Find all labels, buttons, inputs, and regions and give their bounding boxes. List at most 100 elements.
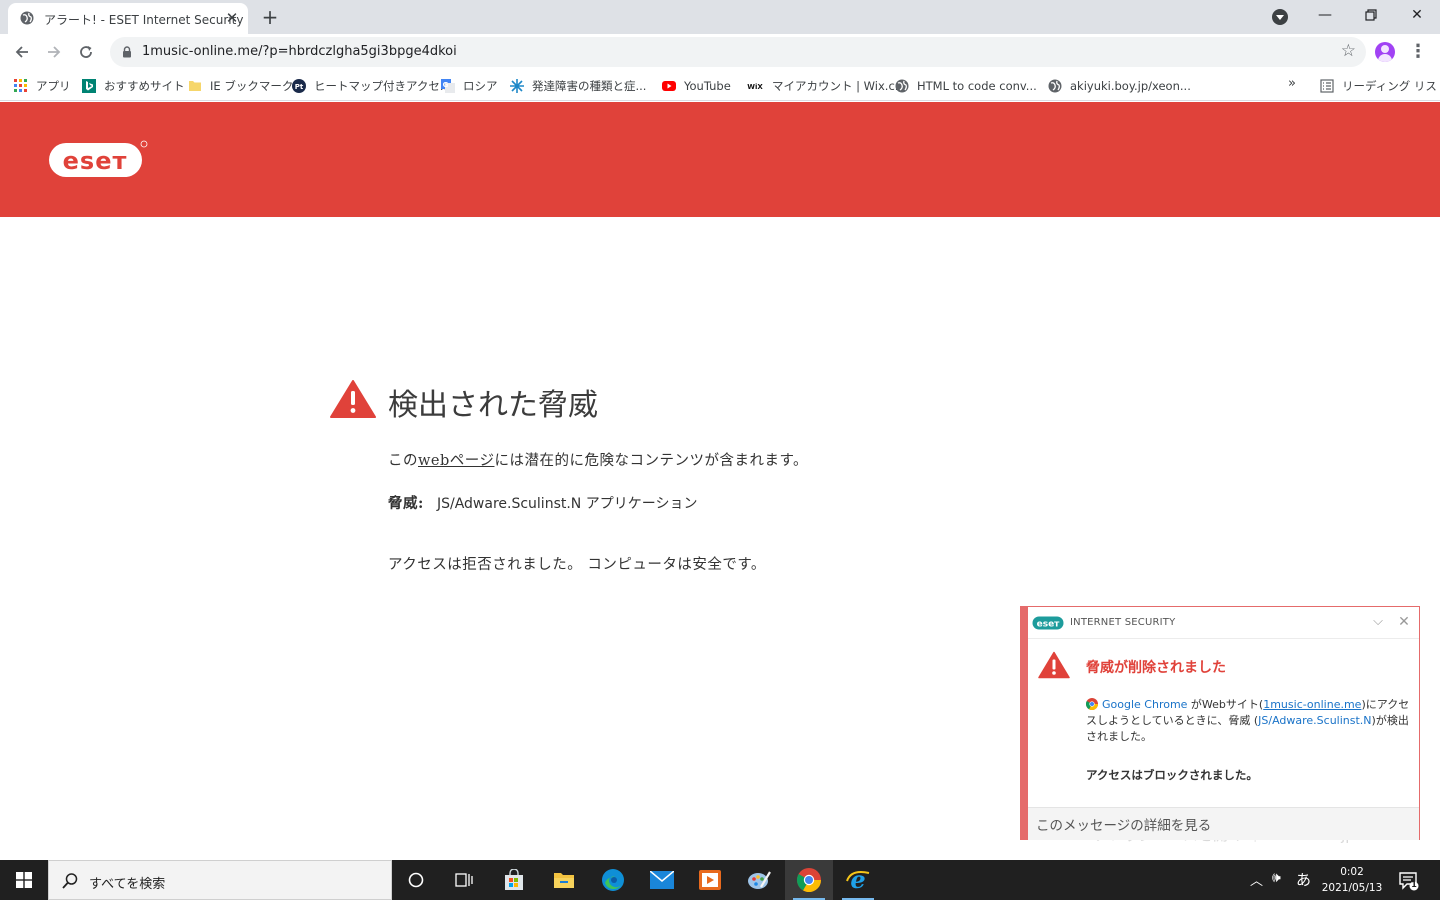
bookmark-star-icon[interactable]: ☆ <box>1341 41 1356 61</box>
store-app[interactable] <box>490 860 538 900</box>
threat-intro: このwebページには潜在的に危険なコンテンツが含まれます。 <box>388 449 808 470</box>
chrome-icon <box>797 868 821 892</box>
lock-icon[interactable] <box>122 46 132 58</box>
bookmark-apps[interactable]: アプリ <box>14 76 71 96</box>
apps-grid-icon <box>14 79 27 92</box>
popup-header: eseт INTERNET SECURITY ⌵ ✕ <box>1028 607 1419 639</box>
cortana-circle-icon <box>408 872 424 888</box>
svg-text:G: G <box>443 81 449 89</box>
mail-app[interactable] <box>638 860 686 900</box>
start-button[interactable] <box>0 860 48 900</box>
action-center-button[interactable]: 1 <box>1396 868 1422 894</box>
folder-icon <box>554 873 574 888</box>
taskbar-search-box[interactable]: すべてを検索 <box>48 860 392 900</box>
restore-icon <box>1365 9 1377 21</box>
svg-text:eseт: eseт <box>63 147 128 175</box>
eset-logo: eseт <box>1032 616 1064 630</box>
task-view-button[interactable] <box>440 860 488 900</box>
threat-value: JS/Adware.Sculinst.N アプリケーション <box>436 496 698 512</box>
mail-icon <box>650 871 674 889</box>
threat-link[interactable]: JS/Adware.Sculinst.N <box>1258 714 1371 727</box>
bookmarks-overflow-button[interactable]: » <box>1288 76 1296 91</box>
bookmark-label: マイアカウント | Wix.c... <box>772 79 906 93</box>
new-tab-button[interactable]: + <box>258 6 282 28</box>
close-window-button[interactable]: ✕ <box>1394 0 1440 30</box>
media-player-icon <box>699 870 721 890</box>
tab-title: アラート! - ESET Internet Security <box>44 13 244 27</box>
globe-icon <box>1048 79 1062 93</box>
app-name-link[interactable]: Google Chrome <box>1102 698 1187 711</box>
taskbar-clock[interactable]: 0:02 2021/05/13 <box>1318 864 1386 896</box>
file-explorer-app[interactable] <box>540 860 588 900</box>
maximize-button[interactable] <box>1348 0 1394 30</box>
edge-app[interactable] <box>589 860 637 900</box>
popup-close-icon[interactable]: ✕ <box>1394 612 1414 632</box>
internet-explorer-app[interactable]: e <box>834 860 882 900</box>
warning-triangle-icon <box>330 380 376 418</box>
globe-icon <box>895 79 909 93</box>
bookmark-hattatsu[interactable]: 発達障害の種類と症... <box>510 76 646 96</box>
bookmark-label: 発達障害の種類と症... <box>532 79 647 93</box>
reading-list-button[interactable]: リーディング リスト <box>1320 76 1440 96</box>
tray-overflow-icon[interactable]: ︿ <box>1250 870 1263 889</box>
svg-text:eseт: eseт <box>1037 620 1061 630</box>
bookmark-akiyuki[interactable]: akiyuki.boy.jp/xeon... <box>1048 76 1191 96</box>
profile-avatar[interactable] <box>1375 42 1395 62</box>
windows-logo-icon <box>16 872 32 888</box>
back-button[interactable] <box>8 38 36 66</box>
message-details-link[interactable]: このメッセージの詳細を見る <box>1036 814 1211 834</box>
eset-logo: eseт <box>49 140 148 177</box>
eset-notification-popup: eseт INTERNET SECURITY ⌵ ✕ 脅威が削除されました Go… <box>1020 606 1420 840</box>
more-menu-icon[interactable]: ⋮ <box>1408 40 1428 64</box>
volume-icon[interactable]: 🕪 <box>1272 870 1281 886</box>
arrow-right-icon <box>48 46 61 58</box>
forward-button[interactable] <box>40 38 68 66</box>
pt-icon: Pt <box>292 79 306 93</box>
bookmark-html-to-code[interactable]: HTML to code conv... <box>895 76 1037 96</box>
chrome-app[interactable] <box>785 860 833 900</box>
address-bar[interactable]: 1music-online.me/?p=hbrdczlgha5gi3bpge4d… <box>110 37 1366 67</box>
minimize-button[interactable]: — <box>1302 0 1348 30</box>
bookmarks-bar: アプリ おすすめサイト IE ブックマーク Pt ヒートマップ付きアクセ... … <box>0 70 1440 101</box>
paint-palette-icon <box>748 871 771 889</box>
paint-app[interactable] <box>735 860 783 900</box>
url-text[interactable]: 1music-online.me/?p=hbrdczlgha5gi3bpge4d… <box>142 44 457 59</box>
webpage-link[interactable]: webページ <box>418 453 494 469</box>
browser-tab-active[interactable]: アラート! - ESET Internet Security ✕ <box>8 3 248 34</box>
collapse-chevron-icon[interactable]: ⌵ <box>1368 612 1388 632</box>
media-player-app[interactable] <box>686 860 734 900</box>
store-bag-icon <box>505 869 523 890</box>
folder-icon <box>189 81 201 91</box>
search-icon <box>62 873 78 889</box>
ime-indicator[interactable]: あ <box>1296 869 1311 890</box>
site-link[interactable]: 1music-online.me <box>1263 698 1361 711</box>
tab-search-icon[interactable] <box>1272 9 1288 25</box>
bookmark-label: HTML to code conv... <box>917 79 1037 93</box>
cortana-button[interactable] <box>392 860 440 900</box>
bookmark-label: akiyuki.boy.jp/xeon... <box>1070 79 1191 93</box>
svg-text:Pt: Pt <box>295 83 304 91</box>
intro-text: この <box>388 453 418 469</box>
bookmark-label: ヒートマップ付きアクセ... <box>314 79 451 93</box>
intro-text: には潜在的に危険なコンテンツが含まれます。 <box>494 453 809 469</box>
reload-button[interactable] <box>72 38 100 66</box>
bookmark-osusume[interactable]: おすすめサイト <box>82 76 185 96</box>
reload-icon <box>80 46 92 58</box>
clock-time: 0:02 <box>1340 866 1364 878</box>
tab-close-icon[interactable]: ✕ <box>223 9 241 27</box>
google-translate-icon: G <box>441 79 455 93</box>
bookmark-youtube[interactable]: YouTube <box>662 76 731 96</box>
task-view-icon <box>455 873 473 887</box>
svg-text:e: e <box>850 867 865 893</box>
bookmark-label: おすすめサイト <box>104 79 185 93</box>
bookmark-russia[interactable]: G ロシア <box>441 76 498 96</box>
bookmark-label: ロシア <box>463 79 498 93</box>
bookmark-ie-folder[interactable]: IE ブックマーク <box>188 76 293 96</box>
windows-taskbar: すべてを検索 e ︿ 🕪 あ 0:02 2021/05/13 1 <box>0 860 1440 900</box>
arrow-left-icon <box>15 46 28 58</box>
threat-name-row: 脅威: JS/Adware.Sculinst.N アプリケーション <box>388 492 697 513</box>
bookmark-heatmap[interactable]: Pt ヒートマップ付きアクセ... <box>292 76 451 96</box>
browser-toolbar: 1music-online.me/?p=hbrdczlgha5gi3bpge4d… <box>0 34 1440 70</box>
bookmark-wix[interactable]: WiX マイアカウント | Wix.c... <box>746 76 906 96</box>
bookmark-label: YouTube <box>684 79 731 93</box>
